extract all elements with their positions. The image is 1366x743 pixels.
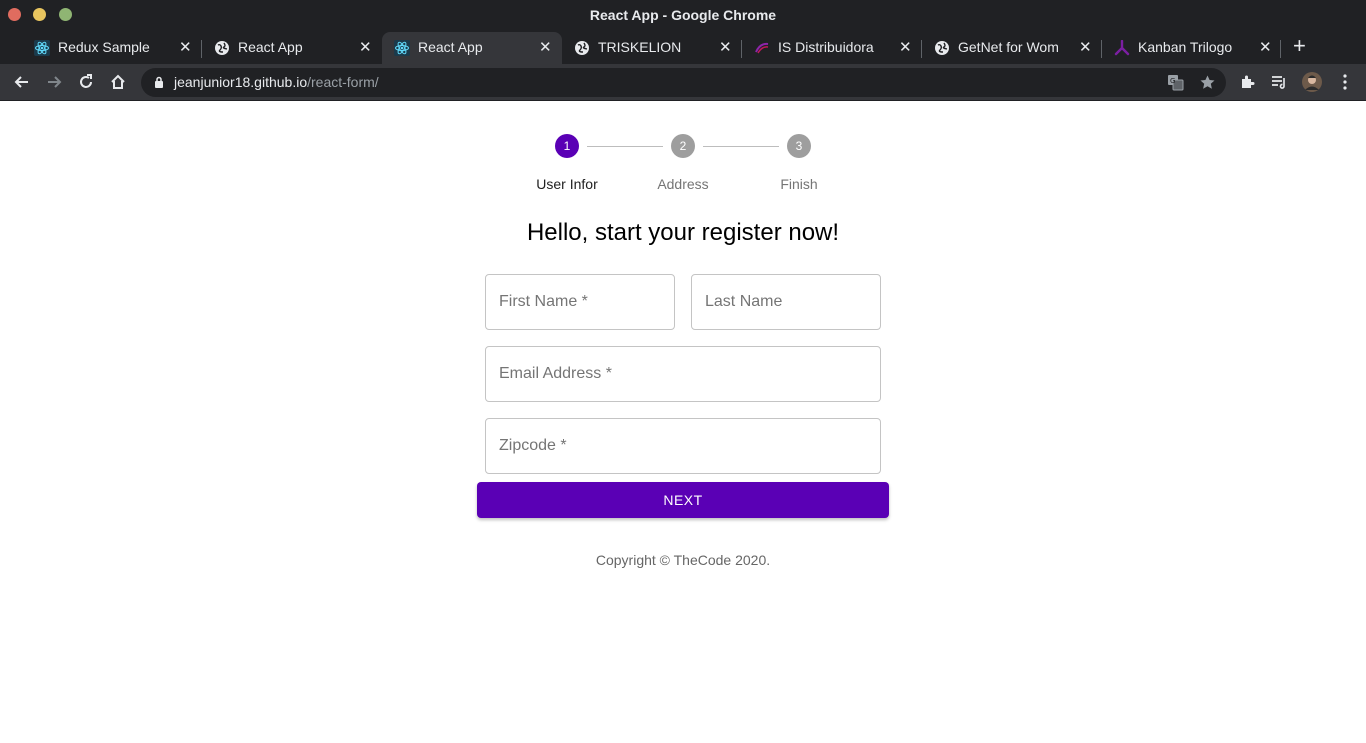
url-path: /react-form/ <box>307 74 379 90</box>
last-name-field[interactable]: Last Name <box>691 274 881 330</box>
profile-avatar-icon[interactable] <box>1302 72 1322 92</box>
tab-separator <box>1280 40 1281 58</box>
tab-react-app[interactable]: React App ✕ <box>202 32 380 64</box>
url-domain: jeanjunior18.github.io <box>174 74 308 90</box>
react-icon <box>34 40 50 56</box>
home-icon[interactable] <box>109 73 127 91</box>
reload-icon[interactable] <box>77 73 95 91</box>
tab-strip: Redux Sample ✕ React App ✕ React App ✕ T… <box>0 30 1366 64</box>
tab-label: TRISKELION <box>598 39 682 55</box>
tab-label: React App <box>238 39 303 55</box>
copyright-text: Copyright © TheCode 2020. <box>595 552 771 568</box>
close-tab-icon[interactable]: ✕ <box>1079 38 1092 56</box>
email-placeholder: Email Address * <box>499 365 612 382</box>
extensions-puzzle-icon[interactable] <box>1239 73 1257 91</box>
tab-redux-sample[interactable]: Redux Sample ✕ <box>22 32 200 64</box>
tab-kanban-trilogo[interactable]: Kanban Trilogo ✕ <box>1102 32 1280 64</box>
next-button[interactable]: NEXT <box>477 482 889 518</box>
tab-label: Redux Sample <box>58 39 150 55</box>
bookmark-star-icon[interactable] <box>1199 74 1216 91</box>
step-1-label: User Infor <box>536 176 598 192</box>
new-tab-button[interactable]: + <box>1293 35 1306 57</box>
globe-icon <box>575 41 589 55</box>
address-bar[interactable]: jeanjunior18.github.io/react-form/ G <box>141 68 1226 97</box>
close-tab-icon[interactable]: ✕ <box>1259 38 1272 56</box>
first-name-placeholder: First Name * <box>499 293 588 310</box>
step-3-label: Finish <box>780 176 818 192</box>
step-1-circle: 1 <box>555 134 579 158</box>
tab-is-distribuidora[interactable]: IS Distribuidora ✕ <box>742 32 920 64</box>
first-name-field[interactable]: First Name * <box>485 274 675 330</box>
close-tab-icon[interactable]: ✕ <box>359 38 372 56</box>
email-field[interactable]: Email Address * <box>485 346 881 402</box>
page-title: Hello, start your register now! <box>526 219 840 246</box>
window-titlebar: React App - Google Chrome <box>0 0 1366 30</box>
lock-icon[interactable] <box>154 76 164 89</box>
globe-icon <box>215 41 229 55</box>
last-name-placeholder: Last Name <box>705 293 783 310</box>
tab-triskelion[interactable]: TRISKELION ✕ <box>562 32 740 64</box>
tab-label: IS Distribuidora <box>778 39 874 55</box>
close-tab-icon[interactable]: ✕ <box>899 38 912 56</box>
zipcode-placeholder: Zipcode * <box>499 437 567 454</box>
media-queue-icon[interactable] <box>1270 73 1288 91</box>
svg-text:G: G <box>1170 77 1175 85</box>
react-icon <box>394 40 410 56</box>
step-connector <box>587 146 663 147</box>
arc-logo-icon <box>755 42 769 54</box>
back-arrow-icon[interactable] <box>13 73 31 91</box>
step-3-circle: 3 <box>787 134 811 158</box>
tab-label: React App <box>418 39 483 55</box>
close-tab-icon[interactable]: ✕ <box>719 38 732 56</box>
trilogo-icon <box>1114 40 1130 56</box>
globe-icon <box>935 41 949 55</box>
tab-label: Kanban Trilogo <box>1138 39 1233 55</box>
step-2-label: Address <box>657 176 709 192</box>
close-tab-icon[interactable]: ✕ <box>539 38 552 56</box>
page-content: 1 2 3 User Infor Address Finish Hello, s… <box>0 102 1366 743</box>
step-2-circle: 2 <box>671 134 695 158</box>
tab-getnet[interactable]: GetNet for Wom ✕ <box>922 32 1100 64</box>
zipcode-field[interactable]: Zipcode * <box>485 418 881 474</box>
more-menu-icon[interactable] <box>1336 73 1354 91</box>
url-text: jeanjunior18.github.io/react-form/ <box>174 74 379 90</box>
translate-icon[interactable]: G <box>1167 74 1184 91</box>
window-title: React App - Google Chrome <box>589 7 777 23</box>
close-tab-icon[interactable]: ✕ <box>179 38 192 56</box>
tab-label: GetNet for Wom <box>958 39 1059 55</box>
forward-arrow-icon[interactable] <box>45 73 63 91</box>
browser-toolbar: jeanjunior18.github.io/react-form/ G <box>0 64 1366 101</box>
step-connector <box>703 146 779 147</box>
tab-react-app-active[interactable]: React App ✕ <box>382 32 562 64</box>
